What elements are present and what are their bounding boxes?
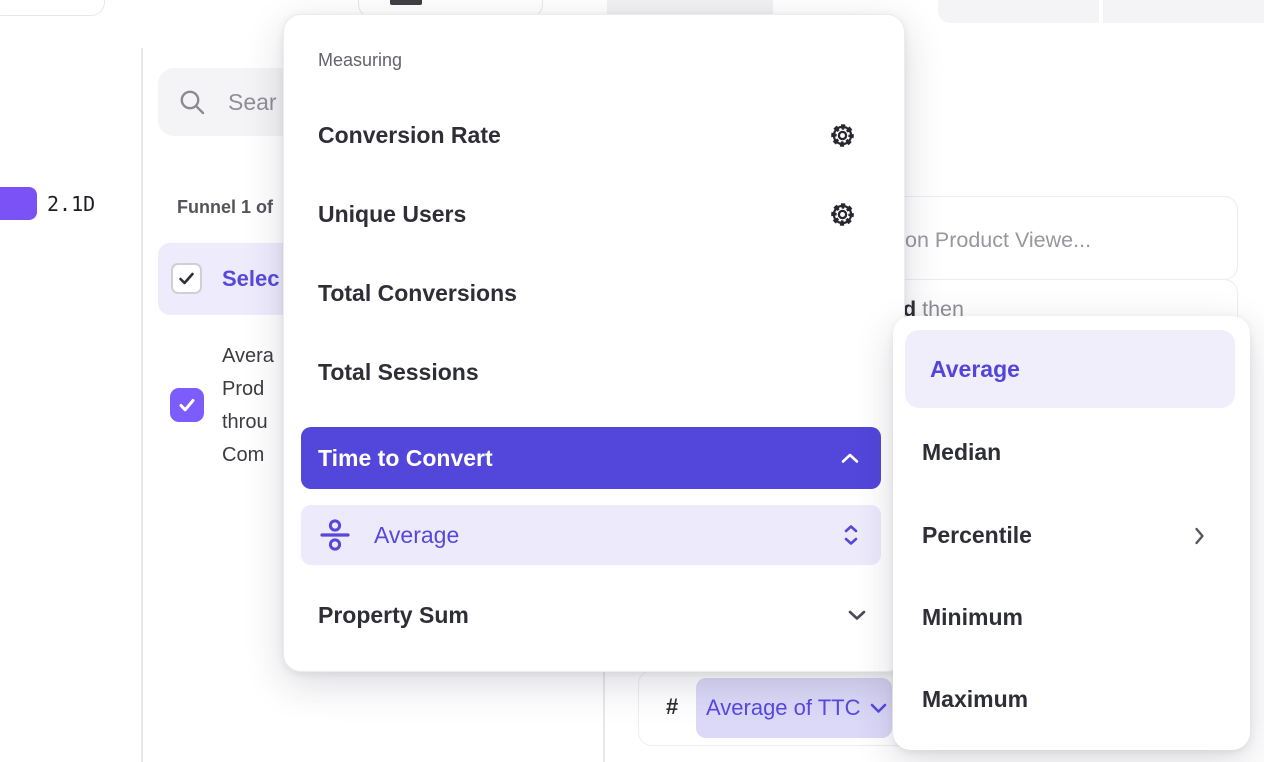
checkmark-icon [177, 395, 197, 415]
step-description-text: Avera Prod throu Com [222, 340, 292, 472]
center-column-divider [603, 672, 605, 762]
chevron-down-icon [870, 703, 887, 714]
submenu-item-minimum[interactable]: Minimum [922, 604, 1023, 631]
segment-divider [1099, 0, 1103, 23]
search-icon [178, 88, 206, 116]
menu-item-time-to-convert[interactable]: Time to Convert [301, 427, 881, 489]
metric-selector[interactable]: Average of TTC [696, 678, 892, 738]
submenu-item-percentile[interactable]: Percentile [922, 522, 1032, 549]
menu-subitem-label: Average [374, 522, 459, 549]
submenu-item-median[interactable]: Median [922, 439, 1001, 466]
funnel-section-label: Funnel 1 of [177, 197, 273, 218]
gear-icon[interactable] [828, 200, 857, 229]
menu-subitem-average[interactable]: Average [301, 505, 881, 565]
step-tag-label: 2.1D [47, 192, 95, 216]
submenu-item-label: Average [930, 356, 1020, 383]
chevron-up-down-icon [843, 524, 859, 546]
menu-item-property-sum[interactable]: Property Sum [318, 602, 469, 629]
chevron-up-icon [841, 453, 859, 464]
app-screen: 2.1D Sear Funnel 1 of Selec Avera Prod t… [0, 0, 1264, 762]
menu-item-total-sessions[interactable]: Total Sessions [318, 359, 479, 386]
measuring-title: Measuring [318, 50, 402, 71]
measuring-dropdown-panel [283, 14, 905, 672]
gear-icon[interactable] [828, 121, 857, 150]
event-filter-text: on Product Viewe... [905, 228, 1091, 253]
menu-item-total-conversions[interactable]: Total Conversions [318, 280, 517, 307]
menu-item-conversion-rate[interactable]: Conversion Rate [318, 122, 501, 149]
submenu-item-average[interactable]: Average [905, 330, 1235, 408]
chevron-right-icon[interactable] [1194, 527, 1205, 545]
chevron-down-icon[interactable] [848, 610, 866, 621]
menu-item-unique-users[interactable]: Unique Users [318, 201, 466, 228]
top-left-card-fragment [0, 0, 105, 16]
search-placeholder: Sear [228, 89, 277, 116]
step-color-tag[interactable] [0, 187, 37, 220]
menu-item-label: Time to Convert [318, 445, 493, 472]
event-checkbox-checked[interactable] [171, 263, 202, 294]
submenu-item-maximum[interactable]: Maximum [922, 686, 1028, 713]
divide-average-icon [318, 518, 352, 552]
step-checkbox-checked[interactable] [170, 388, 204, 422]
drag-handle-fragment [390, 0, 422, 5]
metric-selector-label: Average of TTC [706, 695, 860, 721]
selected-event-label: Selec [222, 266, 280, 292]
left-column-divider [141, 48, 143, 762]
metric-hash-prefix: # [666, 694, 678, 720]
checkmark-icon [177, 269, 196, 288]
